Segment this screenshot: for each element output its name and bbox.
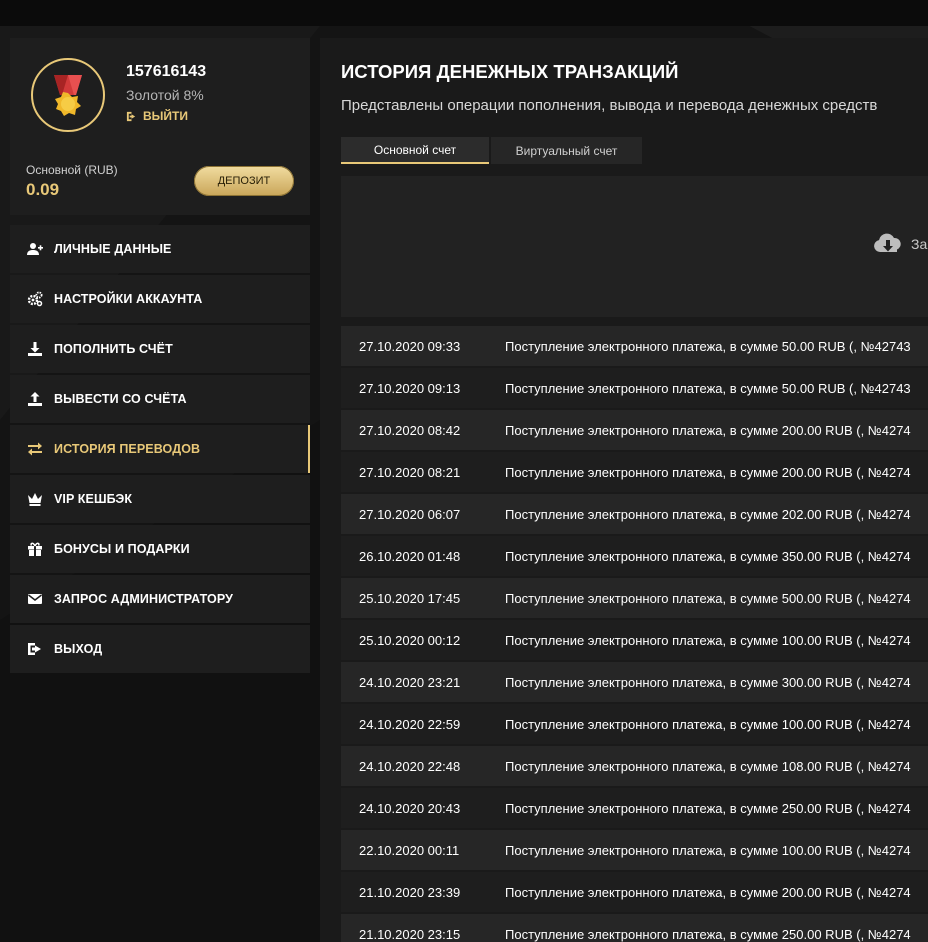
table-row: 27.10.2020 08:21 Поступление электронного… [341,452,928,492]
cloud-download-icon [874,233,901,252]
transaction-date: 26.10.2020 01:48 [359,548,461,564]
crown-icon [26,490,44,508]
transaction-description: Поступление электронного платежа, в сумм… [505,632,911,648]
balance-value: 0.09 [26,180,60,199]
transaction-description: Поступление электронного платежа, в сумм… [505,506,911,522]
sidebar-item-label: ВЫВЕСТИ СО СЧЁТА [54,392,187,406]
tab-virtual-account[interactable]: Виртуальный счет [491,137,642,164]
gold-medal-icon [31,58,105,132]
table-row: 22.10.2020 00:11 Поступление электронного… [341,830,928,870]
transaction-date: 24.10.2020 22:48 [359,758,461,774]
table-row: 24.10.2020 22:48 Поступление электронного… [341,746,928,786]
transaction-description: Поступление электронного платежа, в сумм… [505,338,911,354]
transaction-description: Поступление электронного платежа, в сумм… [505,380,911,396]
export-panel: За [341,176,928,317]
top-bar [0,0,928,26]
transaction-description: Поступление электронного платежа, в сумм… [505,926,911,942]
sidebar-item-deposit[interactable]: ПОПОЛНИТЬ СЧЁТ [10,325,310,373]
table-row: 27.10.2020 06:07 Поступление электронного… [341,494,928,534]
tab-main-account[interactable]: Основной счет [341,137,489,164]
sidebar-item-withdraw[interactable]: ВЫВЕСТИ СО СЧЁТА [10,375,310,423]
table-row: 21.10.2020 23:15 Поступление электронного… [341,914,928,942]
transaction-description: Поступление электронного платежа, в сумм… [505,548,911,564]
table-row: 24.10.2020 23:21 Поступление электронного… [341,662,928,702]
sidebar-item-personal-data[interactable]: ЛИЧНЫЕ ДАННЫЕ [10,225,310,273]
profile-card: 157616143 Золотой 8% ВЫЙТИ Основной (RUB… [10,38,310,215]
account-tabs: Основной счет Виртуальный счет [341,137,642,164]
transaction-date: 21.10.2020 23:39 [359,884,461,900]
transaction-description: Поступление электронного платежа, в сумм… [505,716,911,732]
transaction-description: Поступление электронного платежа, в сумм… [505,590,911,606]
table-row: 27.10.2020 09:13 Поступление электронного… [341,368,928,408]
transaction-date: 27.10.2020 09:33 [359,338,461,354]
sidebar-item-label: ЛИЧНЫЕ ДАННЫЕ [54,242,172,256]
table-row: 25.10.2020 17:45 Поступление электронного… [341,578,928,618]
transaction-date: 25.10.2020 00:12 [359,632,461,648]
sidebar-item-bonuses[interactable]: БОНУСЫ И ПОДАРКИ [10,525,310,573]
sidebar-item-transfer-history[interactable]: ИСТОРИЯ ПЕРЕВОДОВ [10,425,310,473]
sidebar-item-vip-cashback[interactable]: VIP КЕШБЭК [10,475,310,523]
sidebar-item-logout[interactable]: ВЫХОД [10,625,310,673]
table-row: 27.10.2020 08:42 Поступление электронного… [341,410,928,450]
gift-icon [26,540,44,558]
table-row: 25.10.2020 00:12 Поступление электронного… [341,620,928,660]
sidebar-item-label: ЗАПРОС АДМИНИСТРАТОРУ [54,592,233,606]
transaction-description: Поступление электронного платежа, в сумм… [505,884,911,900]
upload-tray-icon [26,390,44,408]
sidebar-item-account-settings[interactable]: НАСТРОЙКИ АККАУНТА [10,275,310,323]
transaction-date: 27.10.2020 06:07 [359,506,461,522]
sidebar-item-label: VIP КЕШБЭК [54,492,133,506]
transaction-date: 24.10.2020 20:43 [359,800,461,816]
exchange-arrows-icon [26,440,44,458]
main-panel: ИСТОРИЯ ДЕНЕЖНЫХ ТРАНЗАКЦИЙ Представлены… [320,38,928,942]
user-add-icon [26,240,44,258]
table-row: 21.10.2020 23:39 Поступление электронного… [341,872,928,912]
table-row: 24.10.2020 22:59 Поступление электронного… [341,704,928,744]
sidebar-item-label: НАСТРОЙКИ АККАУНТА [54,292,203,306]
transaction-date: 21.10.2020 23:15 [359,926,461,942]
transaction-description: Поступление электронного платежа, в сумм… [505,464,911,480]
download-tray-icon [26,340,44,358]
user-level: Золотой 8% [126,87,204,103]
transaction-date: 25.10.2020 17:45 [359,590,461,606]
transaction-description: Поступление электронного платежа, в сумм… [505,422,911,438]
transaction-date: 27.10.2020 08:21 [359,464,461,480]
transaction-date: 27.10.2020 08:42 [359,422,461,438]
sidebar-item-admin-request[interactable]: ЗАПРОС АДМИНИСТРАТОРУ [10,575,310,623]
table-row: 26.10.2020 01:48 Поступление электронного… [341,536,928,576]
balance-label: Основной (RUB) [26,163,118,177]
export-label: За [911,236,928,252]
sidebar-item-label: ВЫХОД [54,642,103,656]
sign-out-icon [126,111,136,121]
transaction-date: 27.10.2020 09:13 [359,380,461,396]
user-id: 157616143 [126,63,207,80]
transaction-list: 27.10.2020 09:33 Поступление электронного… [341,326,928,942]
envelope-icon [26,590,44,608]
logout-label: ВЫЙТИ [143,109,188,123]
export-button[interactable]: За [873,232,927,256]
transaction-description: Поступление электронного платежа, в сумм… [505,758,911,774]
sidebar-item-label: БОНУСЫ И ПОДАРКИ [54,542,190,556]
transaction-date: 24.10.2020 22:59 [359,716,461,732]
transaction-description: Поступление электронного платежа, в сумм… [505,842,911,858]
table-row: 27.10.2020 09:33 Поступление электронного… [341,326,928,366]
logout-link[interactable]: ВЫЙТИ [126,109,188,123]
transaction-description: Поступление электронного платежа, в сумм… [505,800,911,816]
sidebar-item-label: ПОПОЛНИТЬ СЧЁТ [54,342,173,356]
sign-out-icon [26,640,44,658]
transaction-description: Поступление электронного платежа, в сумм… [505,674,911,690]
page-subtitle: Представлены операции пополнения, вывода… [341,97,878,114]
deposit-button[interactable]: ДЕПОЗИТ [194,166,294,196]
sidebar-nav: ЛИЧНЫЕ ДАННЫЕ НАСТРОЙКИ АККАУНТА ПОПОЛНИ… [10,225,310,675]
transaction-date: 24.10.2020 23:21 [359,674,461,690]
transaction-date: 22.10.2020 00:11 [359,842,460,858]
gears-icon [26,290,44,308]
table-row: 24.10.2020 20:43 Поступление электронного… [341,788,928,828]
page-title: ИСТОРИЯ ДЕНЕЖНЫХ ТРАНЗАКЦИЙ [341,61,679,82]
sidebar-item-label: ИСТОРИЯ ПЕРЕВОДОВ [54,442,201,456]
